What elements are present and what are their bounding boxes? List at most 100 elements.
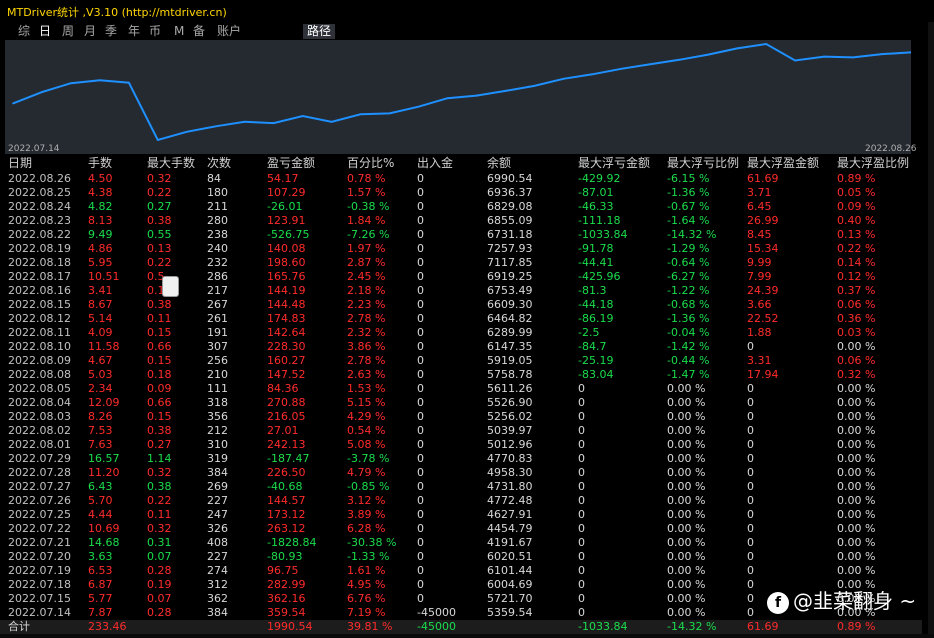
balance-point bbox=[301, 115, 304, 117]
cell-balance: 4454.79 bbox=[487, 522, 533, 535]
header-lots[interactable]: 手数 bbox=[88, 156, 112, 170]
cell-pnl: 147.52 bbox=[267, 368, 306, 381]
cell-deposit: 0 bbox=[417, 242, 424, 255]
cell-max-lots: 0.32 bbox=[147, 172, 172, 185]
cell-max-float-profit-pct: 0.00 % bbox=[837, 564, 876, 577]
tab-path[interactable]: 路径 bbox=[303, 24, 336, 39]
cell-max-float-profit-pct: 0.00 % bbox=[837, 480, 876, 493]
cell-max-float-loss: -1033.84 bbox=[578, 228, 628, 241]
header-max-float-profit[interactable]: 最大浮盈金额 bbox=[747, 156, 819, 170]
cell-percent: -30.38 % bbox=[347, 536, 397, 549]
header-date[interactable]: 日期 bbox=[8, 156, 32, 170]
header-percent[interactable]: 百分比% bbox=[347, 156, 394, 170]
cell-lots: 6.53 bbox=[88, 564, 113, 577]
cell-max-float-profit-pct: 0.00 % bbox=[837, 382, 876, 395]
cell-lots: 10.69 bbox=[88, 522, 120, 535]
cell-date: 2022.08.22 bbox=[8, 228, 71, 241]
header-max-lots[interactable]: 最大手数 bbox=[147, 156, 195, 170]
balance-point bbox=[70, 82, 72, 84]
cell-max-float-loss-pct: 0.00 % bbox=[667, 452, 706, 465]
cell-lots: 5.70 bbox=[88, 494, 113, 507]
cell-max-float-loss-pct: -0.68 % bbox=[667, 298, 710, 311]
cell-lots: 5.03 bbox=[88, 368, 113, 381]
header-balance[interactable]: 余额 bbox=[487, 156, 511, 170]
table-row: 2022.08.22 9.49 0.55 238 -526.75 -7.26 % 0 6731… bbox=[0, 228, 922, 242]
cell-max-float-profit-pct: 0.00 % bbox=[837, 508, 876, 521]
cell-pnl: 144.48 bbox=[267, 298, 306, 311]
cell-lots: 4.82 bbox=[88, 200, 113, 213]
cell-pnl: 107.29 bbox=[267, 186, 306, 199]
cell-balance: 6609.30 bbox=[487, 298, 533, 311]
cell-pnl: 96.75 bbox=[267, 564, 299, 577]
cell-max-float-profit: 0 bbox=[747, 466, 754, 479]
cell-max-float-loss: -1033.84 bbox=[578, 620, 628, 633]
tab-account[interactable]: 账户 bbox=[217, 24, 241, 39]
table-row: 2022.07.28 11.20 0.32 384 226.50 4.79 % 0 4958.… bbox=[0, 466, 922, 480]
cell-lots: 3.63 bbox=[88, 550, 113, 563]
cell-pnl: 123.91 bbox=[267, 214, 306, 227]
tab-m[interactable]: M bbox=[174, 24, 184, 39]
cell-balance: 6289.99 bbox=[487, 326, 533, 339]
cell-deposit: 0 bbox=[417, 382, 424, 395]
balance-point bbox=[417, 105, 420, 108]
tab-year[interactable]: 年 bbox=[128, 24, 140, 39]
cell-max-lots: 0.13 bbox=[147, 242, 172, 255]
cell-pnl: 228.30 bbox=[267, 340, 306, 353]
cell-max-lots: 0.27 bbox=[147, 438, 172, 451]
cell-lots: 11.58 bbox=[88, 340, 120, 353]
cell-count: 312 bbox=[207, 578, 228, 591]
tab-quarter[interactable]: 季 bbox=[105, 24, 117, 39]
cell-date: 2022.08.02 bbox=[8, 424, 71, 437]
cell-balance: 5039.97 bbox=[487, 424, 533, 437]
cell-lots: 7.87 bbox=[88, 606, 113, 619]
header-max-float-loss-pct[interactable]: 最大浮亏比例 bbox=[667, 156, 739, 170]
cell-max-float-loss: 0 bbox=[578, 438, 585, 451]
header-count[interactable]: 次数 bbox=[207, 156, 231, 170]
cell-balance: 6753.49 bbox=[487, 284, 533, 297]
cell-max-float-profit: 8.45 bbox=[747, 228, 772, 241]
table-row: 2022.08.02 7.53 0.38 212 27.01 0.54 % 0 5039.97… bbox=[0, 424, 922, 438]
cell-count: 319 bbox=[207, 452, 228, 465]
header-pnl[interactable]: 盈亏金额 bbox=[267, 156, 315, 170]
cell-percent: 2.78 % bbox=[347, 312, 386, 325]
cell-percent: 0.54 % bbox=[347, 424, 386, 437]
cell-date: 2022.08.11 bbox=[8, 326, 71, 339]
balance-point bbox=[215, 125, 217, 128]
table-row: 2022.07.29 16.57 1.14 319 -187.47 -3.78 % 0 477… bbox=[0, 452, 922, 466]
cell-max-lots: 0.28 bbox=[147, 606, 172, 619]
cell-percent: 1.61 % bbox=[347, 564, 386, 577]
tab-day[interactable]: 日 bbox=[39, 24, 51, 39]
cell-max-float-loss-pct: 0.00 % bbox=[667, 536, 706, 549]
balance-chart bbox=[5, 40, 911, 154]
tab-month[interactable]: 月 bbox=[84, 24, 96, 39]
cell-date: 2022.08.12 bbox=[8, 312, 71, 325]
table-row: 2022.08.19 4.86 0.13 240 140.08 1.97 % 0 7257.9… bbox=[0, 242, 922, 256]
cell-deposit: 0 bbox=[417, 200, 424, 213]
cell-max-float-loss-pct: 0.00 % bbox=[667, 578, 706, 591]
cell-max-float-profit-pct: 0.00 % bbox=[837, 522, 876, 535]
scroll-handle[interactable] bbox=[162, 276, 179, 297]
cell-max-float-loss-pct: -1.47 % bbox=[667, 368, 710, 381]
cell-pnl: -526.75 bbox=[267, 228, 310, 241]
right-scrollbar[interactable] bbox=[928, 22, 934, 638]
tab-summary[interactable]: 综 bbox=[18, 24, 30, 39]
cell-max-lots: 0.32 bbox=[147, 522, 172, 535]
tab-week[interactable]: 周 bbox=[62, 24, 74, 39]
header-deposit[interactable]: 出入金 bbox=[417, 156, 453, 170]
cell-max-float-profit: 0 bbox=[747, 396, 754, 409]
cell-max-lots: 0.31 bbox=[147, 536, 172, 549]
header-max-float-profit-pct[interactable]: 最大浮盈比例 bbox=[837, 156, 909, 170]
cell-deposit: 0 bbox=[417, 368, 424, 381]
table-row: 2022.08.15 8.67 0.38 267 144.48 2.23 % 0 6609.3… bbox=[0, 298, 922, 312]
table-row: 2022.07.26 5.70 0.22 227 144.57 3.12 % 0 4772.4… bbox=[0, 494, 922, 508]
header-max-float-loss[interactable]: 最大浮亏金额 bbox=[578, 156, 650, 170]
tab-notes[interactable]: 备 bbox=[193, 24, 205, 39]
table-row: 2022.08.01 7.63 0.27 310 242.13 5.08 % 0 5012.9… bbox=[0, 438, 922, 452]
cell-max-float-loss: 0 bbox=[578, 578, 585, 591]
cell-max-float-profit-pct: 0.14 % bbox=[837, 256, 876, 269]
balance-point bbox=[794, 59, 796, 62]
tab-currency[interactable]: 币 bbox=[149, 24, 161, 39]
cell-date: 合计 bbox=[8, 620, 30, 633]
cell-balance: 5611.26 bbox=[487, 382, 533, 395]
cell-pnl: -26.01 bbox=[267, 200, 303, 213]
